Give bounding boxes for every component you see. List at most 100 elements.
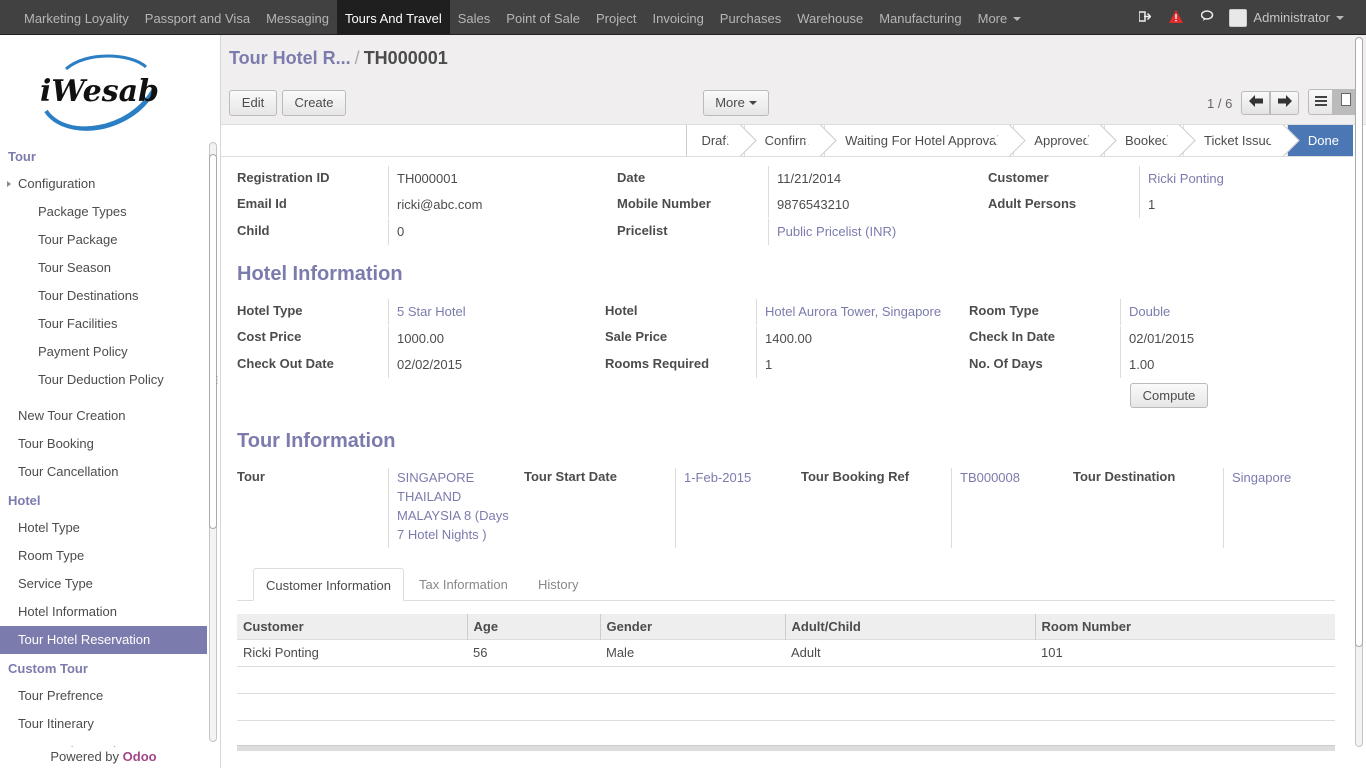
pager-value[interactable]: 1 / 6 xyxy=(1207,96,1232,111)
col-age[interactable]: Age xyxy=(466,614,600,639)
room-type-link[interactable]: Double xyxy=(1120,299,1170,325)
cell-age: 56 xyxy=(467,638,600,666)
edit-button[interactable]: Edit xyxy=(229,90,277,116)
sidebar-item-room-type[interactable]: Room Type xyxy=(0,542,207,570)
sidebar-item-tour-cancellation[interactable]: Tour Cancellation xyxy=(0,458,207,486)
sidebar-item-package-types[interactable]: Package Types xyxy=(0,198,207,226)
adult-persons-value: 1 xyxy=(1139,192,1155,218)
list-icon xyxy=(1314,96,1327,106)
breadcrumb-separator: / xyxy=(354,48,360,68)
menu-sales[interactable]: Sales xyxy=(450,0,499,35)
customer-link[interactable]: Ricki Ponting xyxy=(1139,166,1224,192)
sidebar-item-tour-destinations[interactable]: Tour Destinations xyxy=(0,282,207,310)
menu-manufacturing[interactable]: Manufacturing xyxy=(871,0,969,35)
chat-icon[interactable] xyxy=(1201,10,1215,25)
pricelist-label: Pricelist xyxy=(617,223,668,238)
sidebar-item-tour-deduction-policy[interactable]: Tour Deduction Policy xyxy=(0,366,207,394)
stage-waiting-hotel-approval[interactable]: Waiting For Hotel Approval xyxy=(824,125,1014,156)
menu-project[interactable]: Project xyxy=(588,0,644,35)
table-row[interactable]: Ricki Ponting 56 Male Adult 101 xyxy=(237,638,1335,666)
hotel-type-link[interactable]: 5 Star Hotel xyxy=(388,299,466,325)
arrow-left-icon xyxy=(1248,95,1263,107)
menu-more-label: More xyxy=(977,11,1008,26)
menu-messaging[interactable]: Messaging xyxy=(258,0,337,35)
tab-history[interactable]: History xyxy=(526,568,590,601)
sidebar-item-payment-policy[interactable]: Payment Policy xyxy=(0,338,207,366)
menu-tours-and-travel[interactable]: Tours And Travel xyxy=(336,0,450,35)
cell-customer: Ricki Ponting xyxy=(237,638,467,666)
main-scrollbar[interactable] xyxy=(1353,35,1365,768)
sidebar-scrollbar[interactable] xyxy=(207,142,219,747)
create-button[interactable]: Create xyxy=(282,90,346,116)
pager-previous-button[interactable] xyxy=(1241,91,1270,115)
sidebar-item-label: Tour Facilities xyxy=(38,316,118,331)
arrow-right-icon xyxy=(1277,95,1292,107)
child-value: 0 xyxy=(388,219,404,245)
menu-passport-visa[interactable]: Passport and Visa xyxy=(137,0,258,35)
col-room-number[interactable]: Room Number xyxy=(1034,614,1335,639)
sidebar-item-new-tour-creation[interactable]: New Tour Creation xyxy=(0,402,207,430)
caret-down-icon xyxy=(1013,17,1022,21)
col-customer[interactable]: Customer xyxy=(237,614,467,639)
rooms-required-value: 1 xyxy=(756,352,772,378)
logout-icon[interactable] xyxy=(1138,10,1152,25)
pager-next-button[interactable] xyxy=(1270,91,1299,115)
tour-start-date-value: 1-Feb-2015 xyxy=(675,468,751,548)
sidebar-item-approved-tour-itinerary[interactable]: Approved Tour Itinerary xyxy=(0,738,207,747)
company-logo[interactable]: iWesabe xyxy=(36,49,178,135)
sidebar-item-hotel-type[interactable]: Hotel Type xyxy=(0,514,207,542)
sidebar-item-tour-season[interactable]: Tour Season xyxy=(0,254,207,282)
sidebar-item-label: Tour Hotel Reservation xyxy=(18,632,151,647)
col-adult-child[interactable]: Adult/Child xyxy=(784,614,1035,639)
col-gender[interactable]: Gender xyxy=(599,614,785,639)
warning-icon[interactable] xyxy=(1169,9,1184,26)
breadcrumb-parent[interactable]: Tour Hotel R... xyxy=(229,48,351,68)
tour-label: Tour xyxy=(237,469,265,484)
caret-down-icon xyxy=(1336,15,1344,20)
compute-button[interactable]: Compute xyxy=(1130,383,1208,408)
user-menu[interactable]: Administrator xyxy=(1229,8,1344,27)
no-of-days-value: 1.00 xyxy=(1120,352,1154,378)
sidebar-item-tour-prefrence[interactable]: Tour Prefrence xyxy=(0,682,207,710)
tour-link[interactable]: SINGAPORE THAILAND MALAYSIA 8 (Days 7 Ho… xyxy=(388,468,516,548)
cost-price-label: Cost Price xyxy=(237,329,302,344)
menu-marketing-loyality[interactable]: Marketing Loyality xyxy=(16,0,137,35)
sidebar-item-hotel-information[interactable]: Hotel Information xyxy=(0,598,207,626)
tab-customer-information[interactable]: Customer Information xyxy=(253,568,404,601)
menu-warehouse[interactable]: Warehouse xyxy=(789,0,871,35)
sidebar-item-label: Payment Policy xyxy=(38,344,128,359)
powered-by: Powered by Odoo xyxy=(0,749,207,764)
odoo-link[interactable]: Odoo xyxy=(123,749,157,764)
menu-purchases[interactable]: Purchases xyxy=(712,0,789,35)
tour-booking-ref-link[interactable]: TB000008 xyxy=(951,468,1020,548)
registration-id-label: Registration ID xyxy=(237,170,330,185)
stage-ticket-issue[interactable]: Ticket Issue xyxy=(1183,125,1287,156)
stage-draft[interactable]: Draft xyxy=(686,125,744,156)
more-button[interactable]: More xyxy=(703,90,769,116)
menu-invoicing[interactable]: Invoicing xyxy=(644,0,711,35)
sidebar-item-tour-facilities[interactable]: Tour Facilities xyxy=(0,310,207,338)
table-row-empty xyxy=(237,719,1335,747)
hotel-link[interactable]: Hotel Aurora Tower, Singapore xyxy=(756,299,941,325)
list-view-button[interactable] xyxy=(1308,89,1333,115)
cell-adult-child: Adult xyxy=(785,638,1035,666)
table-header-row: Customer Age Gender Adult/Child Room Num… xyxy=(237,614,1335,639)
tour-destination-link[interactable]: Singapore xyxy=(1223,468,1291,548)
menu-point-of-sale[interactable]: Point of Sale xyxy=(498,0,588,35)
sidebar-item-configuration[interactable]: Configuration xyxy=(0,170,207,198)
sidebar-item-service-type[interactable]: Service Type xyxy=(0,570,207,598)
sidebar-item-label: Tour Destinations xyxy=(38,288,139,303)
sidebar-item-label: Approved Tour Itinerary xyxy=(18,744,153,747)
pricelist-link[interactable]: Public Pricelist (INR) xyxy=(768,219,896,245)
tab-tax-information[interactable]: Tax Information xyxy=(407,568,520,601)
sidebar-item-tour-hotel-reservation[interactable]: Tour Hotel Reservation xyxy=(0,626,207,654)
mobile-label: Mobile Number xyxy=(617,196,711,211)
sidebar-item-label: Package Types xyxy=(38,204,127,219)
sidebar-item-tour-itinerary[interactable]: Tour Itinerary xyxy=(0,710,207,738)
sidebar-item-tour-booking[interactable]: Tour Booking xyxy=(0,430,207,458)
menu-more[interactable]: More xyxy=(970,0,1030,35)
sidebar-item-tour-package[interactable]: Tour Package xyxy=(0,226,207,254)
table-row-empty xyxy=(237,692,1335,720)
notebook-tabs: Customer Information Tax Information His… xyxy=(237,568,1335,601)
stage-approved[interactable]: Approved xyxy=(1013,125,1104,156)
